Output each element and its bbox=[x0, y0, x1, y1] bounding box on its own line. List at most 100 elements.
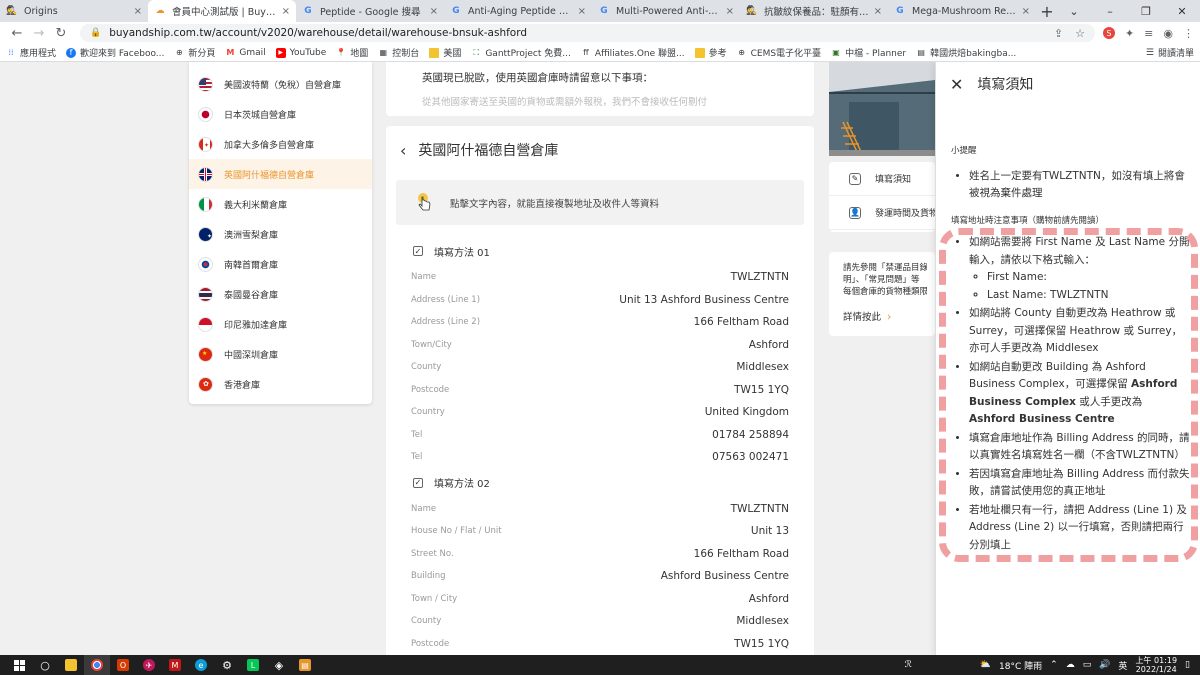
address-row-postcode[interactable]: Postcode TW15 1YQ bbox=[386, 633, 814, 656]
close-tab-icon[interactable]: × bbox=[134, 6, 142, 17]
address-row-postcode[interactable]: Postcode TW15 1YQ bbox=[386, 379, 814, 402]
bookmark-item[interactable]: ▤ 韓國烘焙bakingba... bbox=[916, 46, 1016, 59]
extension-icon[interactable]: S bbox=[1102, 27, 1115, 39]
profile-avatar-icon[interactable]: ◉ bbox=[1163, 27, 1173, 40]
search-icon[interactable]: ○ bbox=[32, 655, 58, 675]
media-icon[interactable]: ≡ bbox=[1144, 27, 1153, 40]
minimize-icon[interactable]: – bbox=[1092, 0, 1128, 22]
address-row-county[interactable]: County Middlesex bbox=[386, 610, 814, 633]
address-row-name[interactable]: Name TWLZTNTN bbox=[386, 498, 814, 521]
reload-icon[interactable]: ↻ bbox=[50, 23, 72, 43]
sidebar-item-th-bangkok[interactable]: 泰國曼谷倉庫 bbox=[189, 279, 372, 309]
windows-start-icon[interactable] bbox=[6, 655, 32, 675]
address-row-town[interactable]: Town / City Ashford bbox=[386, 588, 814, 611]
weather-text[interactable]: 18°C 陣雨 bbox=[999, 659, 1042, 672]
bookmark-item[interactable]: 參考 bbox=[694, 46, 727, 59]
tab-search-icon[interactable]: ⌄ bbox=[1056, 0, 1092, 22]
bookmark-item[interactable]: ⛶ GanttProject 免費... bbox=[471, 46, 571, 60]
sidebar-item-id-jakarta[interactable]: 印尼雅加達倉庫 bbox=[189, 309, 372, 339]
sidebar-item-hk[interactable]: ✿ 香港倉庫 bbox=[189, 369, 372, 399]
bookmark-apps[interactable]: ⁞⁞ 應用程式 bbox=[6, 46, 56, 59]
office-icon[interactable]: O bbox=[110, 655, 136, 675]
close-tab-icon[interactable]: × bbox=[726, 6, 734, 17]
more-details-link[interactable]: 詳情按此 › bbox=[843, 309, 927, 324]
sidebar-item-it-milan[interactable]: 義大利米蘭倉庫 bbox=[189, 189, 372, 219]
bookmark-item[interactable]: ▦ 控制台 bbox=[378, 46, 420, 59]
address-row-tel[interactable]: Tel 07563 002471 bbox=[386, 446, 814, 469]
browser-tab[interactable]: GMulti-Powered Anti-Aging Pep× bbox=[592, 0, 740, 22]
ime-indicator[interactable]: 英 bbox=[1118, 659, 1127, 672]
close-tab-icon[interactable]: × bbox=[874, 6, 882, 17]
sidebar-item-uk-ashford[interactable]: 英國阿什福德自營倉庫 bbox=[189, 159, 372, 189]
reading-list[interactable]: ☰ 閱讀清單 bbox=[1146, 46, 1194, 60]
browser-tab[interactable]: GMega-Mushroom Relief & Res× bbox=[888, 0, 1036, 22]
address-row-street[interactable]: Street No. 166 Feltham Road bbox=[386, 543, 814, 566]
app-icon[interactable]: ▤ bbox=[292, 655, 318, 675]
browser-tab[interactable]: GAnti-Aging Peptide Serum - Gr× bbox=[444, 0, 592, 22]
close-tab-icon[interactable]: × bbox=[282, 6, 290, 17]
volume-icon[interactable]: 🔊 bbox=[1099, 660, 1110, 670]
bookmark-item[interactable]: 美國 bbox=[429, 46, 461, 59]
app-icon[interactable]: ✈ bbox=[136, 655, 162, 675]
chrome-icon[interactable] bbox=[84, 655, 110, 675]
chevron-up-icon[interactable]: ⌃ bbox=[1050, 660, 1058, 670]
settings-gear-icon[interactable]: ⚙ bbox=[214, 655, 240, 675]
address-row-building[interactable]: Building Ashford Business Centre bbox=[386, 565, 814, 588]
close-icon[interactable]: ✕ bbox=[950, 75, 963, 94]
cloud-icon[interactable]: ☁ bbox=[1066, 660, 1075, 670]
address-row-name[interactable]: Name TWLZTNTN bbox=[386, 266, 814, 289]
bookmark-item[interactable]: ▶ YouTube bbox=[275, 47, 326, 58]
network-icon[interactable]: ▭ bbox=[1083, 660, 1092, 670]
edge-icon[interactable]: e bbox=[188, 655, 214, 675]
bookmark-item[interactable]: M Gmail bbox=[225, 48, 265, 58]
address-row-country[interactable]: Country United Kingdom bbox=[386, 401, 814, 424]
share-icon[interactable]: ⇪ bbox=[1054, 27, 1063, 40]
fill-notice-link[interactable]: ✎ 填寫須知 bbox=[829, 162, 935, 196]
browser-tab[interactable]: 🕵抗皺紋保養品：駐顏有術全攻略× bbox=[740, 0, 888, 22]
bookmark-item[interactable]: ⊕ CEMS電子化平臺 bbox=[737, 46, 821, 59]
new-tab-button[interactable]: + bbox=[1036, 0, 1058, 22]
weather-icon[interactable]: ⛅ bbox=[980, 660, 991, 670]
address-row-county[interactable]: County Middlesex bbox=[386, 356, 814, 379]
close-tab-icon[interactable]: × bbox=[430, 6, 438, 17]
address-bar[interactable]: 🔒 buyandship.com.tw/account/v2020/wareho… bbox=[80, 24, 1095, 42]
address-row-line1[interactable]: Address (Line 1) Unit 13 Ashford Business… bbox=[386, 289, 814, 312]
bookmark-star-icon[interactable]: ☆ bbox=[1075, 27, 1085, 40]
back-icon[interactable]: ← bbox=[6, 23, 28, 43]
browser-tab[interactable]: G Peptide - Google 搜尋 × bbox=[296, 0, 444, 22]
sidebar-item-us-portland[interactable]: 美國波特蘭（免稅）自營倉庫 bbox=[189, 69, 372, 99]
pen-icon[interactable]: ℛ bbox=[905, 660, 912, 670]
browser-tab-active[interactable]: ☁會員中心測試版 | Buyandship× bbox=[148, 0, 296, 22]
sidebar-item-ca-toronto[interactable]: ✦ 加拿大多倫多自營倉庫 bbox=[189, 129, 372, 159]
bookmark-item[interactable]: ▣ 中檔 - Planner bbox=[831, 46, 906, 59]
restore-icon[interactable]: ❐ bbox=[1128, 0, 1164, 22]
chevron-left-icon[interactable]: ‹ bbox=[400, 141, 406, 160]
bookmark-item[interactable]: 📍 地圖 bbox=[336, 46, 368, 59]
sidebar-item-kr-seoul[interactable]: 南韓首爾倉庫 bbox=[189, 249, 372, 279]
extensions-puzzle-icon[interactable]: ✦ bbox=[1125, 27, 1134, 40]
close-tab-icon[interactable]: × bbox=[578, 6, 586, 17]
address-row-town[interactable]: Town/City Ashford bbox=[386, 334, 814, 357]
browser-tab[interactable]: 🕵 Origins × bbox=[0, 0, 148, 22]
address-row-unit[interactable]: House No / Flat / Unit Unit 13 bbox=[386, 520, 814, 543]
close-tab-icon[interactable]: × bbox=[1022, 6, 1030, 17]
app-icon[interactable]: ◈ bbox=[266, 655, 292, 675]
menu-kebab-icon[interactable]: ⋮ bbox=[1183, 27, 1194, 40]
close-window-icon[interactable]: ✕ bbox=[1164, 0, 1200, 22]
mcafee-icon[interactable]: M bbox=[162, 655, 188, 675]
line-icon[interactable]: L bbox=[240, 655, 266, 675]
file-explorer-icon[interactable] bbox=[58, 655, 84, 675]
sidebar-item-cn-shenzhen[interactable]: ★ 中國深圳倉庫 bbox=[189, 339, 372, 369]
lock-icon[interactable]: 🔒 bbox=[90, 28, 101, 38]
forward-icon[interactable]: → bbox=[28, 23, 50, 43]
sidebar-item-jp-ibaraki[interactable]: 日本茨城自營倉庫 bbox=[189, 99, 372, 129]
ship-time-link[interactable]: 👤 發運時間及貨物 bbox=[829, 196, 935, 230]
bookmark-item[interactable]: ⊕ 新分頁 bbox=[174, 46, 215, 59]
address-row-line2[interactable]: Address (Line 2) 166 Feltham Road bbox=[386, 311, 814, 334]
sidebar-item-au-sydney[interactable]: ✦ 澳洲雪梨倉庫 bbox=[189, 219, 372, 249]
notification-icon[interactable]: ▯ bbox=[1185, 660, 1190, 670]
bookmark-item[interactable]: ff Affiliates.One 聯盟... bbox=[581, 46, 685, 59]
bookmark-item[interactable]: f 歡迎來到 Faceboo... bbox=[66, 46, 164, 59]
clock[interactable]: 上午 01:19 2022/1/24 bbox=[1135, 656, 1177, 674]
address-row-tel[interactable]: Tel 01784 258894 bbox=[386, 424, 814, 447]
